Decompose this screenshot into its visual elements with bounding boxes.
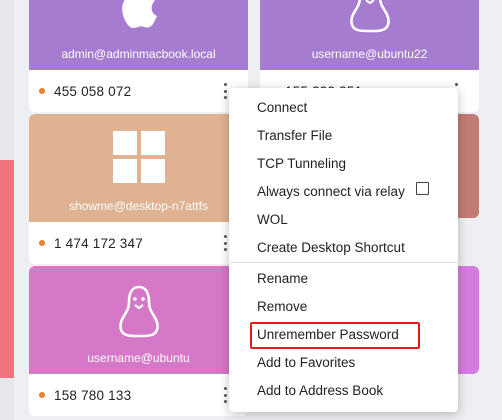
peer-id: 1 474 172 347 — [54, 235, 143, 251]
menu-item-add-favorites[interactable]: Add to Favorites — [257, 355, 355, 370]
menu-item-always-relay[interactable]: Always connect via relay — [257, 184, 405, 199]
menu-item-tcp-tunneling[interactable]: TCP Tunneling — [257, 156, 346, 171]
peer-card-windows[interactable]: showme@desktop-n7attfs 1 474 172 347 — [29, 114, 248, 264]
peer-username: admin@adminmacbook.local — [61, 47, 216, 61]
menu-item-create-shortcut[interactable]: Create Desktop Shortcut — [257, 240, 405, 255]
menu-item-connect[interactable]: Connect — [257, 100, 307, 115]
highlight-box — [250, 322, 420, 349]
menu-divider — [229, 262, 458, 263]
always-relay-checkbox[interactable] — [416, 182, 429, 195]
online-status-dot — [39, 88, 45, 94]
peer-id: 158 780 133 — [54, 387, 132, 403]
peer-card-footer: 158 780 133 — [29, 374, 248, 416]
menu-item-add-address-book[interactable]: Add to Address Book — [257, 383, 383, 398]
more-options-icon[interactable] — [224, 235, 228, 251]
peer-card-thumbnail[interactable]: showme@desktop-n7attfs — [29, 114, 248, 222]
more-options-icon[interactable] — [224, 83, 228, 99]
peer-card-thumbnail[interactable]: admin@adminmacbook.local — [29, 0, 248, 70]
apple-icon — [121, 0, 157, 28]
windows-icon — [112, 131, 165, 183]
online-status-dot — [39, 392, 45, 398]
linux-tux-icon — [118, 285, 159, 338]
peer-card-footer: 1 474 172 347 — [29, 222, 248, 264]
left-panel-accent — [0, 160, 14, 378]
peer-username: username@ubuntu22 — [311, 47, 428, 61]
peer-card-ubuntu[interactable]: username@ubuntu 158 780 133 — [29, 266, 248, 416]
peer-card-thumbnail[interactable]: username@ubuntu — [29, 266, 248, 374]
menu-item-wol[interactable]: WOL — [257, 212, 288, 227]
peer-username: showme@desktop-n7attfs — [69, 199, 208, 213]
peer-card-mac[interactable]: admin@adminmacbook.local 455 058 072 — [29, 0, 248, 112]
peer-username: username@ubuntu — [87, 351, 190, 365]
more-options-icon[interactable] — [224, 387, 228, 403]
online-status-dot — [39, 240, 45, 246]
menu-item-transfer-file[interactable]: Transfer File — [257, 128, 332, 143]
peer-id: 455 058 072 — [54, 83, 132, 99]
linux-tux-icon — [349, 0, 390, 33]
peer-card-thumbnail[interactable]: username@ubuntu22 — [260, 0, 479, 70]
menu-item-remove[interactable]: Remove — [257, 299, 307, 314]
menu-item-rename[interactable]: Rename — [257, 271, 308, 286]
peer-context-menu: Connect Transfer File TCP Tunneling Alwa… — [229, 88, 458, 412]
peer-card-footer: 455 058 072 — [29, 70, 248, 112]
